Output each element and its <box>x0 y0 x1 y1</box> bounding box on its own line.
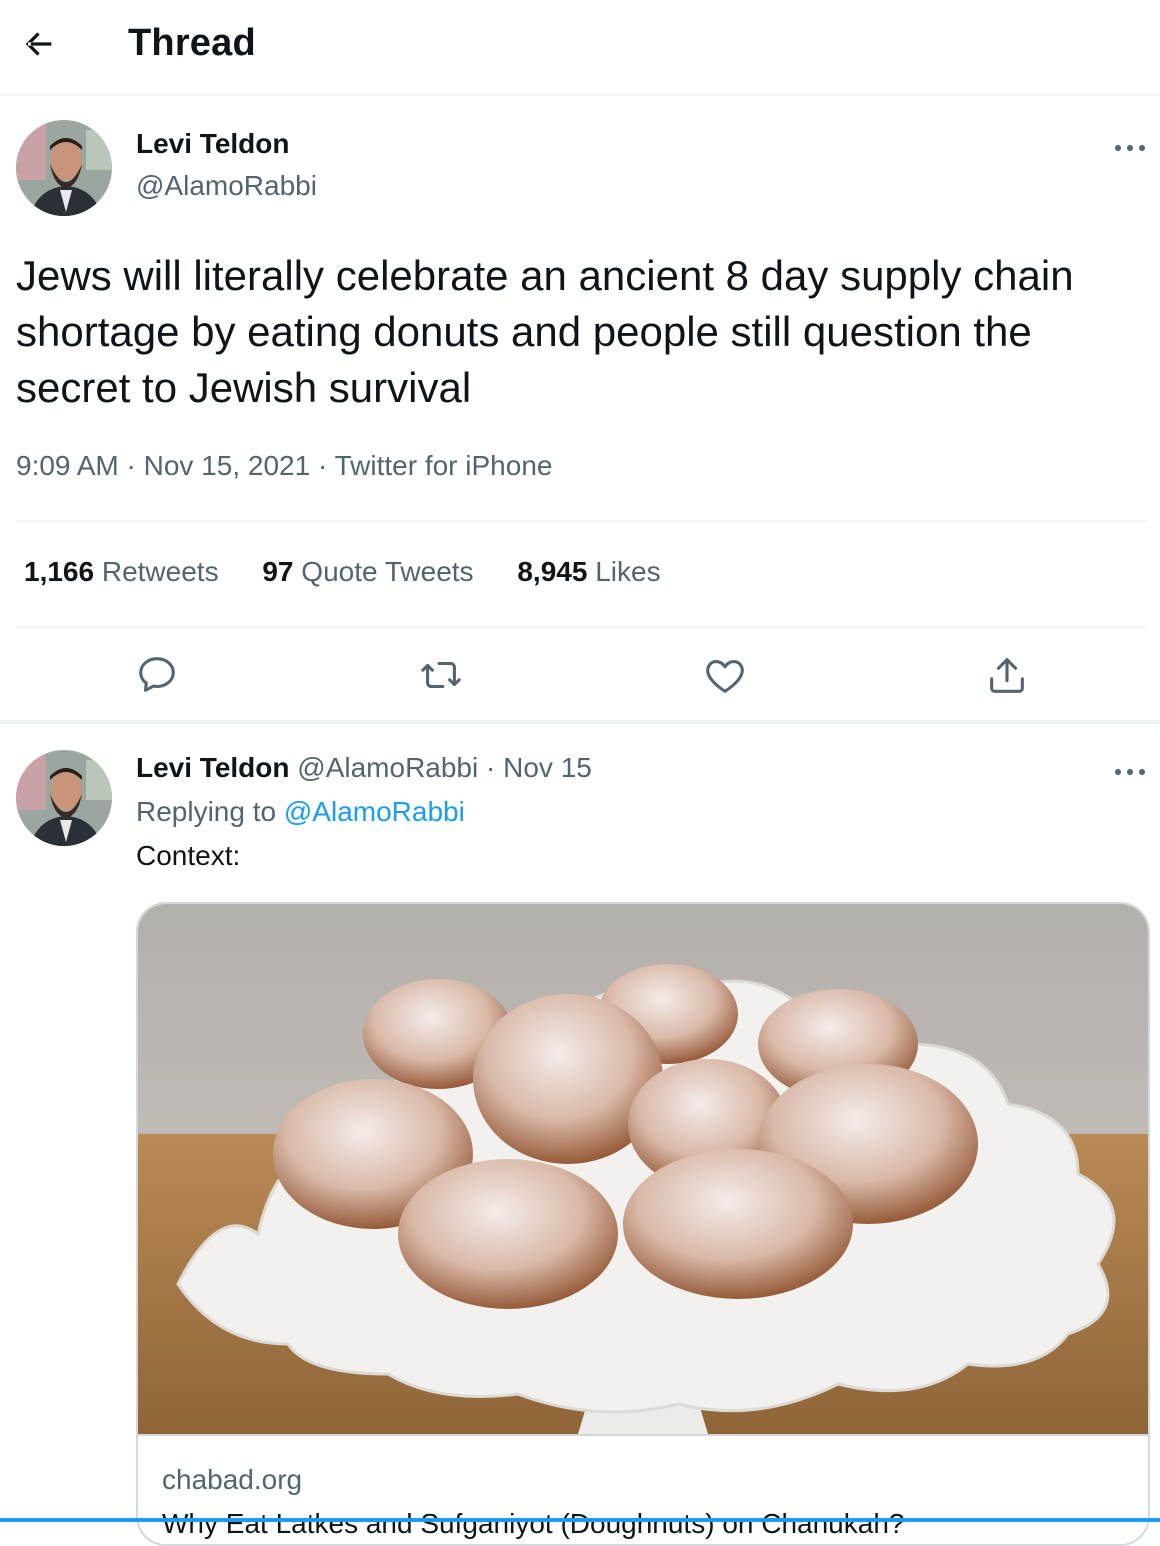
avatar-image <box>16 750 112 846</box>
divider <box>16 626 1146 628</box>
likes-stat[interactable]: 8,945 Likes <box>517 556 660 587</box>
reply-header: Levi Teldon @AlamoRabbi · Nov 15 <box>136 752 592 784</box>
meta-separator: · <box>486 752 496 783</box>
link-card[interactable]: chabad.org Why Eat Latkes and Sufganiyot… <box>136 902 1150 1546</box>
card-domain: chabad.org <box>162 1464 303 1495</box>
quotes-stat[interactable]: 97 Quote Tweets <box>262 556 473 587</box>
reply-avatar[interactable] <box>16 750 112 846</box>
author-name[interactable]: Levi Teldon <box>136 128 290 160</box>
tweet-source[interactable]: Twitter for iPhone <box>335 450 553 481</box>
retweets-count: 1,166 <box>24 556 95 587</box>
reply-icon[interactable] <box>134 652 180 698</box>
quotes-label: Quote Tweets <box>301 556 474 587</box>
more-options-icon[interactable] <box>1112 762 1148 782</box>
arrow-left-icon[interactable] <box>18 24 58 64</box>
page-title: Thread <box>128 22 256 64</box>
thread-header: Thread <box>0 0 1160 96</box>
replying-handle-link[interactable]: @AlamoRabbi <box>284 796 465 827</box>
retweets-label: Retweets <box>101 556 219 587</box>
divider <box>16 520 1146 522</box>
replying-to: Replying to @AlamoRabbi <box>136 796 465 828</box>
card-meta: chabad.org Why Eat Latkes and Sufganiyot… <box>138 1434 1148 1544</box>
like-icon[interactable] <box>702 652 748 698</box>
avatar[interactable] <box>16 120 112 216</box>
avatar-image <box>16 120 112 216</box>
card-title: Why Eat Latkes and Sufganiyot (Doughnuts… <box>162 1508 905 1539</box>
reply-text: Context: <box>136 840 241 871</box>
likes-label: Likes <box>595 556 661 587</box>
thread-separator <box>0 720 1160 724</box>
card-image <box>138 904 1148 1434</box>
retweet-icon[interactable] <box>418 652 464 698</box>
tweet-time[interactable]: 9:09 AM <box>16 450 119 481</box>
more-options-icon[interactable] <box>1112 138 1148 158</box>
meta-separator: · <box>126 450 136 481</box>
reply-date[interactable]: Nov 15 <box>503 752 592 783</box>
quotes-count: 97 <box>262 556 294 587</box>
replying-label: Replying to <box>136 796 277 827</box>
tweet-text: Jews will literally celebrate an ancient… <box>16 252 1074 411</box>
share-icon[interactable] <box>984 652 1030 698</box>
tweet-meta: 9:09 AM · Nov 15, 2021 · Twitter for iPh… <box>16 450 552 482</box>
retweets-stat[interactable]: 1,166 Retweets <box>24 556 219 587</box>
scroll-indicator <box>0 1518 1160 1522</box>
meta-separator: · <box>317 450 328 481</box>
author-handle[interactable]: @AlamoRabbi <box>136 170 317 202</box>
likes-count: 8,945 <box>517 556 588 587</box>
tweet-stats: 1,166 Retweets 97 Quote Tweets 8,945 Lik… <box>24 556 697 588</box>
reply-author-name[interactable]: Levi Teldon <box>136 752 290 783</box>
tweet-date[interactable]: Nov 15, 2021 <box>144 450 311 481</box>
reply-author-handle[interactable]: @AlamoRabbi <box>297 752 478 783</box>
